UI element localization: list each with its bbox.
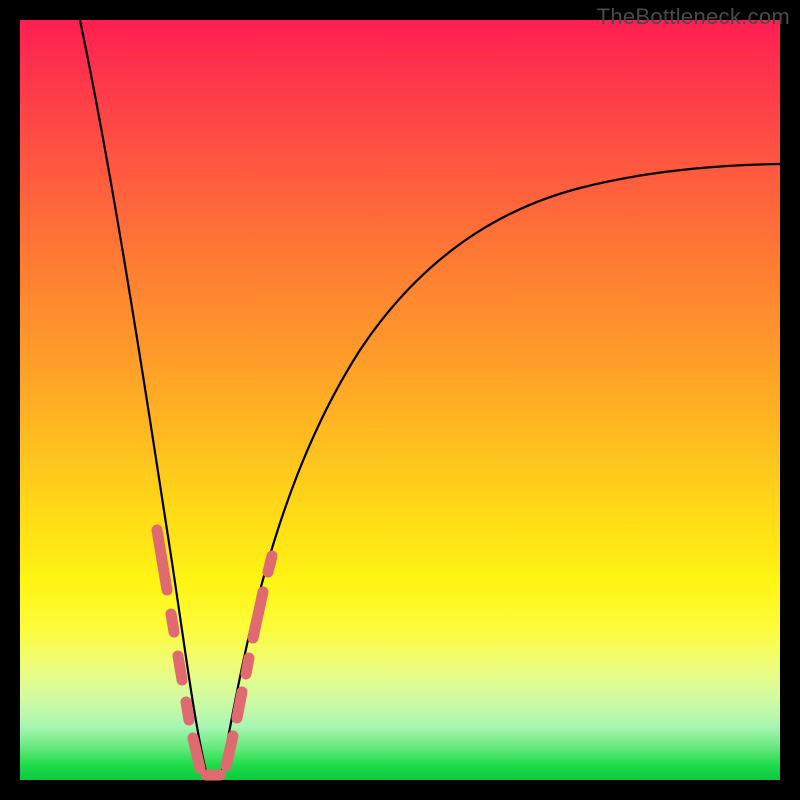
chart-frame: TheBottleneck.com [0, 0, 800, 800]
curve-right-branch [220, 164, 780, 780]
valley-marker-dot [171, 614, 174, 632]
valley-marker-dot [157, 530, 167, 590]
valley-marker-dot [186, 702, 189, 720]
valley-marker-dot [237, 692, 242, 718]
valley-marker-dot [268, 556, 272, 572]
valley-marker-dot [246, 658, 249, 674]
valley-marker-dot [226, 736, 233, 766]
valley-marker-dot [253, 592, 263, 638]
plot-area [20, 20, 780, 780]
valley-marker-dot [193, 738, 200, 768]
watermark-text: TheBottleneck.com [597, 4, 790, 30]
chart-svg [20, 20, 780, 780]
curve-left-branch [80, 20, 208, 780]
valley-marker-dot [178, 656, 182, 680]
valley-marker-group [157, 530, 272, 775]
